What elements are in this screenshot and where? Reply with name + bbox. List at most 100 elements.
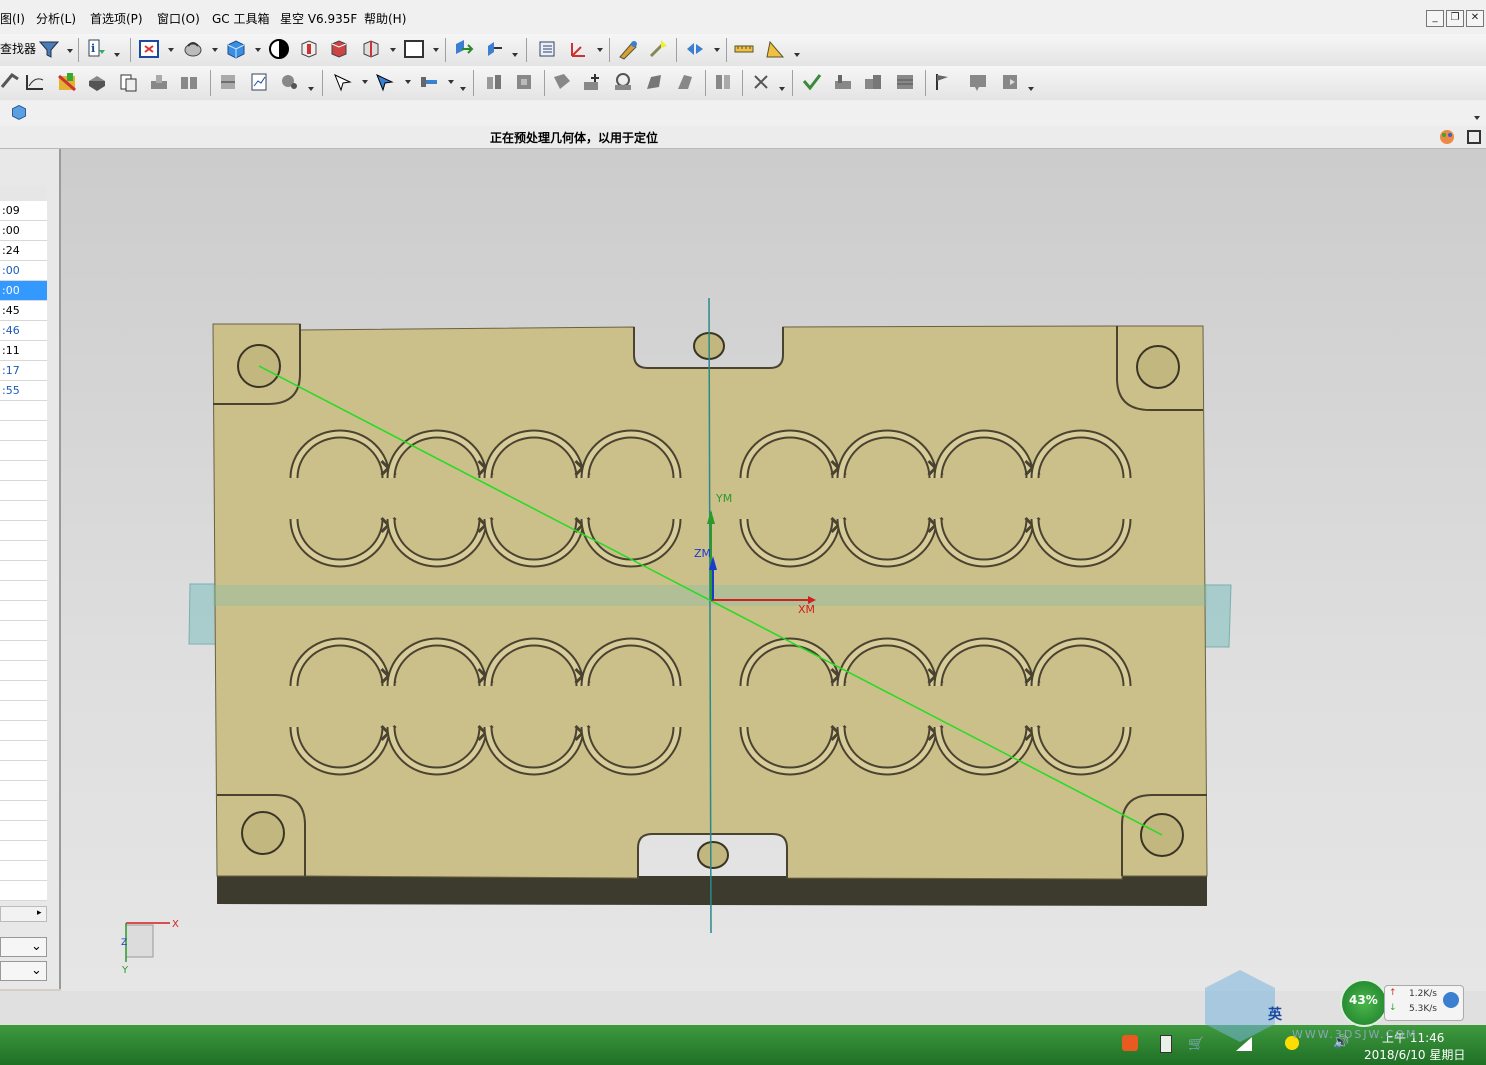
history-row-empty[interactable] — [0, 861, 47, 881]
layers-icon[interactable] — [536, 38, 558, 60]
history-row-empty[interactable] — [0, 581, 47, 601]
scroll-right-icon[interactable]: ▸ — [37, 908, 42, 918]
chevron-down-icon[interactable] — [794, 53, 800, 57]
chevron-down-icon[interactable] — [405, 80, 411, 84]
filter-icon[interactable] — [38, 38, 60, 60]
history-row[interactable]: :11 — [0, 341, 47, 361]
chevron-down-icon[interactable] — [67, 49, 73, 53]
history-row[interactable]: :09 — [0, 201, 47, 221]
chevron-down-icon[interactable] — [460, 87, 466, 91]
background-icon[interactable] — [268, 38, 290, 60]
menu-item-help[interactable]: 帮助(H) — [364, 10, 406, 27]
history-row[interactable]: :00 — [0, 261, 47, 281]
add-feature-icon[interactable] — [581, 71, 603, 93]
history-row-empty[interactable] — [0, 461, 47, 481]
chevron-down-icon[interactable] — [114, 53, 120, 57]
fit-view-icon[interactable] — [138, 38, 160, 60]
chevron-down-icon[interactable]: ⌄ — [31, 939, 42, 954]
pattern-face-icon[interactable] — [712, 71, 734, 93]
selection-arrow-icon[interactable] — [684, 38, 706, 60]
chevron-down-icon[interactable] — [308, 87, 314, 91]
color-analysis-icon[interactable] — [56, 71, 78, 93]
box-section-icon[interactable] — [328, 38, 350, 60]
graphics-window[interactable]: YM ZM XM X Y Z — [61, 149, 1486, 991]
ime-indicator[interactable]: 英 — [1268, 1004, 1282, 1024]
select-cursor-blue-icon[interactable] — [374, 71, 396, 93]
resize-face-icon[interactable] — [643, 71, 665, 93]
cart-icon[interactable]: 🛒 — [1188, 1037, 1204, 1052]
history-row[interactable]: :00 — [0, 221, 47, 241]
assembly-constraint-icon[interactable] — [484, 38, 506, 60]
replace-face-icon[interactable] — [551, 71, 573, 93]
measure-distance-icon[interactable] — [733, 38, 755, 60]
history-row-empty[interactable] — [0, 421, 47, 441]
history-row-empty[interactable] — [0, 401, 47, 421]
flag-icon[interactable] — [932, 71, 954, 93]
stack-icon[interactable] — [862, 71, 884, 93]
clock-date[interactable]: 2018/6/10 星期日 — [1364, 1046, 1465, 1063]
history-row-empty[interactable] — [0, 761, 47, 781]
split-body-icon[interactable] — [178, 71, 200, 93]
history-row-empty[interactable] — [0, 801, 47, 821]
finder-label[interactable]: 查找器 — [0, 40, 36, 57]
history-row-empty[interactable] — [0, 681, 47, 701]
move-face-icon[interactable] — [483, 71, 505, 93]
chevron-down-icon[interactable] — [597, 48, 603, 52]
menu-item-analysis[interactable]: 分析(L) — [36, 10, 76, 27]
sphere-dot-icon[interactable] — [279, 71, 301, 93]
shaded-cube-icon[interactable] — [225, 38, 247, 60]
hole-icon[interactable] — [612, 71, 634, 93]
history-row-empty[interactable] — [0, 441, 47, 461]
history-row-empty[interactable] — [0, 821, 47, 841]
layout-icon[interactable] — [403, 38, 425, 60]
menu-item-xingkong[interactable]: 星空 V6.935F — [280, 10, 357, 27]
magic-icon[interactable] — [647, 38, 669, 60]
history-row-empty[interactable] — [0, 781, 47, 801]
expand-dropdown-top[interactable]: ⌄ — [0, 937, 47, 957]
horizontal-scrollbar[interactable]: ▸ — [0, 906, 47, 922]
globe-icon[interactable] — [1443, 992, 1459, 1008]
history-row-empty[interactable] — [0, 701, 47, 721]
box-red-icon[interactable] — [298, 38, 320, 60]
mold-tool-icon[interactable] — [832, 71, 854, 93]
draft-face-icon[interactable] — [674, 71, 696, 93]
minimize-button[interactable]: _ — [1426, 10, 1444, 27]
history-row-empty[interactable] — [0, 641, 47, 661]
history-row-empty[interactable] — [0, 541, 47, 561]
history-row-empty[interactable] — [0, 481, 47, 501]
history-row[interactable]: :45 — [0, 301, 47, 321]
info-icon[interactable]: i — [86, 38, 108, 60]
offset-region-icon[interactable] — [513, 71, 535, 93]
menu-item-gc-toolbox[interactable]: GC 工具箱 — [212, 10, 270, 27]
history-row[interactable]: :17 — [0, 361, 47, 381]
edit-object-display-icon[interactable] — [617, 38, 639, 60]
palette-icon[interactable] — [1438, 128, 1456, 146]
check-geometry-icon[interactable] — [801, 71, 823, 93]
history-row-empty[interactable] — [0, 841, 47, 861]
chevron-down-icon[interactable] — [390, 48, 396, 52]
move-component-icon[interactable] — [452, 38, 474, 60]
history-row-empty[interactable] — [0, 501, 47, 521]
history-row[interactable]: :55 — [0, 381, 47, 401]
menu-item-window[interactable]: 窗口(O) — [157, 10, 200, 27]
measure-angle-icon[interactable] — [764, 38, 786, 60]
trim-body-icon[interactable] — [217, 71, 239, 93]
history-row-empty[interactable] — [0, 561, 47, 581]
snap-icon[interactable] — [0, 71, 22, 93]
extrude-icon[interactable] — [86, 71, 108, 93]
rotate-view-icon[interactable] — [182, 38, 204, 60]
model-scene[interactable]: YM ZM XM X Y Z — [61, 149, 1486, 991]
speed-gauge[interactable]: 43% — [1340, 979, 1388, 1027]
export-icon[interactable] — [1000, 71, 1022, 93]
history-row-empty[interactable] — [0, 601, 47, 621]
network-speed-widget[interactable]: ↑ 1.2K/s ↓ 5.3K/s — [1384, 985, 1464, 1021]
menu-item-preferences[interactable]: 首选项(P) — [90, 10, 143, 27]
chevron-down-icon[interactable] — [1474, 116, 1480, 120]
pin-icon[interactable] — [418, 71, 440, 93]
close-button[interactable]: ✕ — [1466, 10, 1484, 27]
chevron-down-icon[interactable] — [779, 87, 785, 91]
copy-paste-icon[interactable] — [117, 71, 139, 93]
history-row-empty[interactable] — [0, 661, 47, 681]
block-icon[interactable] — [894, 71, 916, 93]
clip-section-icon[interactable] — [360, 38, 382, 60]
